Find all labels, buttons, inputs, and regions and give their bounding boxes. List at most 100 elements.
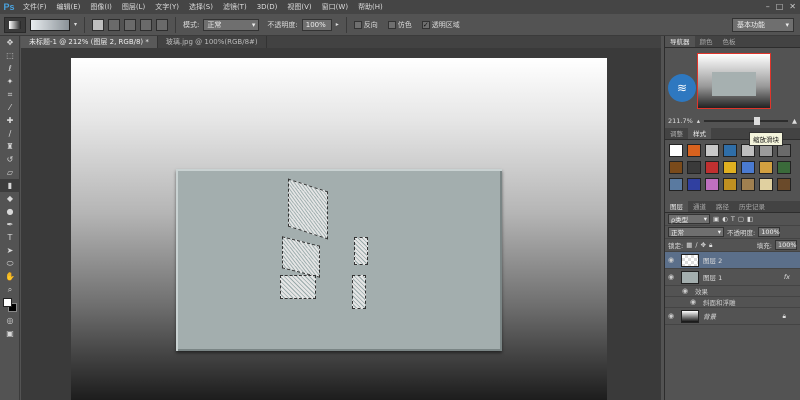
shape-tool-icon[interactable]: ⬭ — [0, 257, 20, 270]
marquee-tool-icon[interactable]: ⬚ — [0, 49, 20, 62]
zoom-value[interactable]: 211.7% — [668, 117, 693, 125]
transparency-checkbox[interactable]: ✓ — [421, 20, 430, 29]
style-swatch[interactable] — [669, 161, 683, 174]
layer-row-layer-2[interactable]: ◉ 图层 2 — [665, 252, 800, 269]
gradient-picker[interactable] — [30, 18, 70, 31]
tab-untitled-1[interactable]: 未标题-1 @ 212% (图层 2, RGB/8) * — [21, 36, 158, 48]
filter-type-icon[interactable]: T — [731, 215, 735, 223]
reverse-option[interactable]: 反向 — [353, 20, 378, 30]
menu-window[interactable]: 窗口(W) — [317, 0, 353, 14]
path-selection-tool-icon[interactable]: ➤ — [0, 244, 20, 257]
type-tool-icon[interactable]: T — [0, 231, 20, 244]
canvas-area[interactable] — [21, 48, 661, 400]
tab-styles[interactable]: 样式 — [688, 128, 711, 139]
move-tool-icon[interactable]: ✥ — [0, 36, 20, 49]
eraser-tool-icon[interactable]: ▱ — [0, 166, 20, 179]
style-swatch[interactable] — [777, 161, 791, 174]
eye-icon[interactable]: ◉ — [665, 256, 677, 264]
layer-effect-bevel-row[interactable]: ◉ 斜面和浮雕 — [665, 297, 800, 308]
magic-wand-tool-icon[interactable]: ✦ — [0, 75, 20, 88]
zoom-in-icon[interactable]: ▲ — [792, 117, 797, 125]
tab-adjustments[interactable]: 调整 — [665, 128, 688, 139]
style-swatch[interactable] — [741, 161, 755, 174]
tab-paths[interactable]: 路径 — [711, 201, 734, 212]
menu-file[interactable]: 文件(F) — [18, 0, 52, 14]
style-swatch[interactable] — [669, 144, 683, 157]
quick-mask-icon[interactable]: ◎ — [0, 314, 20, 327]
dither-checkbox[interactable] — [387, 20, 396, 29]
style-swatch[interactable] — [705, 178, 719, 191]
color-swatches[interactable] — [0, 296, 20, 314]
style-swatch[interactable] — [741, 178, 755, 191]
menu-view[interactable]: 视图(V) — [282, 0, 316, 14]
style-swatch[interactable] — [723, 178, 737, 191]
zoom-tool-icon[interactable]: ⌕ — [0, 283, 20, 296]
crop-tool-icon[interactable]: ⌗ — [0, 88, 20, 101]
menu-edit[interactable]: 编辑(E) — [52, 0, 86, 14]
filter-adjust-icon[interactable]: ◐ — [722, 215, 728, 223]
zoom-slider[interactable] — [704, 117, 788, 125]
layer-effects-row[interactable]: ◉ 效果 — [665, 286, 800, 297]
lock-all-icon[interactable]: 🔒︎ — [709, 241, 712, 250]
filter-smart-icon[interactable]: ◧ — [747, 215, 753, 223]
style-swatch[interactable] — [723, 144, 737, 157]
tab-color[interactable]: 颜色 — [695, 36, 718, 47]
opacity-input[interactable]: 100% — [301, 18, 332, 31]
style-swatch[interactable] — [759, 178, 773, 191]
menu-select[interactable]: 选择(S) — [184, 0, 218, 14]
lock-position-icon[interactable]: ✥ — [701, 241, 706, 249]
dodge-tool-icon[interactable]: ● — [0, 205, 20, 218]
style-swatch[interactable] — [687, 178, 701, 191]
tab-layers[interactable]: 图层 — [665, 201, 688, 212]
style-swatch[interactable] — [777, 178, 791, 191]
menu-type[interactable]: 文字(Y) — [150, 0, 184, 14]
gradient-tool-icon[interactable]: ▮ — [0, 179, 20, 192]
lock-pixels-icon[interactable]: ∕ — [695, 241, 697, 249]
maximize-button[interactable]: □ — [776, 0, 784, 14]
diamond-gradient-button[interactable] — [156, 18, 169, 31]
document-canvas[interactable] — [71, 58, 607, 400]
screen-mode-icon[interactable]: ▣ — [0, 327, 20, 340]
menu-3d[interactable]: 3D(D) — [252, 0, 283, 14]
hand-tool-icon[interactable]: ✋ — [0, 270, 20, 283]
chevron-right-icon[interactable]: ▸ — [336, 21, 339, 28]
angle-gradient-button[interactable] — [124, 18, 137, 31]
fill-input[interactable]: 100% — [775, 240, 797, 250]
tab-swatches[interactable]: 色板 — [718, 36, 741, 47]
dither-option[interactable]: 仿色 — [387, 20, 412, 30]
close-button[interactable]: ✕ — [789, 0, 796, 14]
brush-tool-icon[interactable]: ∕ — [0, 127, 20, 140]
style-swatch[interactable] — [723, 161, 737, 174]
tab-glass-jpg[interactable]: 玻璃.jpg @ 100%(RGB/8#) — [158, 36, 267, 48]
eye-icon[interactable]: ◉ — [665, 273, 677, 281]
filter-shape-icon[interactable]: ▢ — [738, 215, 744, 223]
blend-mode-select[interactable]: 正常 ▾ — [668, 227, 724, 237]
filter-pixel-icon[interactable]: ▣ — [713, 215, 719, 223]
eye-icon[interactable]: ◉ — [687, 298, 699, 306]
lock-transparency-icon[interactable]: ▦ — [686, 241, 692, 249]
history-brush-tool-icon[interactable]: ↺ — [0, 153, 20, 166]
navigator-preview[interactable] — [697, 53, 771, 109]
clone-stamp-tool-icon[interactable]: ♜ — [0, 140, 20, 153]
style-swatch[interactable] — [669, 178, 683, 191]
transparency-option[interactable]: ✓ 透明区域 — [421, 20, 460, 30]
foreground-color-swatch[interactable] — [3, 298, 12, 307]
fx-icon[interactable]: fx — [784, 273, 790, 281]
eye-icon[interactable]: ◉ — [679, 287, 691, 295]
reflected-gradient-button[interactable] — [140, 18, 153, 31]
menu-layer[interactable]: 图层(L) — [117, 0, 150, 14]
style-swatch[interactable] — [687, 144, 701, 157]
menu-image[interactable]: 图像(I) — [85, 0, 117, 14]
layer-opacity-input[interactable]: 100% — [758, 227, 781, 237]
reverse-checkbox[interactable] — [353, 20, 362, 29]
radial-gradient-button[interactable] — [108, 18, 121, 31]
workspace-select[interactable]: 基本功能 ▾ — [732, 18, 794, 32]
healing-brush-tool-icon[interactable]: ✚ — [0, 114, 20, 127]
layer-row-background[interactable]: ◉ 背景 🔒︎ — [665, 308, 800, 325]
zoom-slider-handle[interactable] — [754, 117, 761, 125]
linear-gradient-button[interactable] — [92, 18, 105, 31]
tab-history[interactable]: 历史记录 — [734, 201, 770, 212]
eyedropper-tool-icon[interactable]: ⁄ — [0, 101, 20, 114]
style-swatch[interactable] — [705, 161, 719, 174]
layer-row-layer-1[interactable]: ◉ 图层 1 fx — [665, 269, 800, 286]
